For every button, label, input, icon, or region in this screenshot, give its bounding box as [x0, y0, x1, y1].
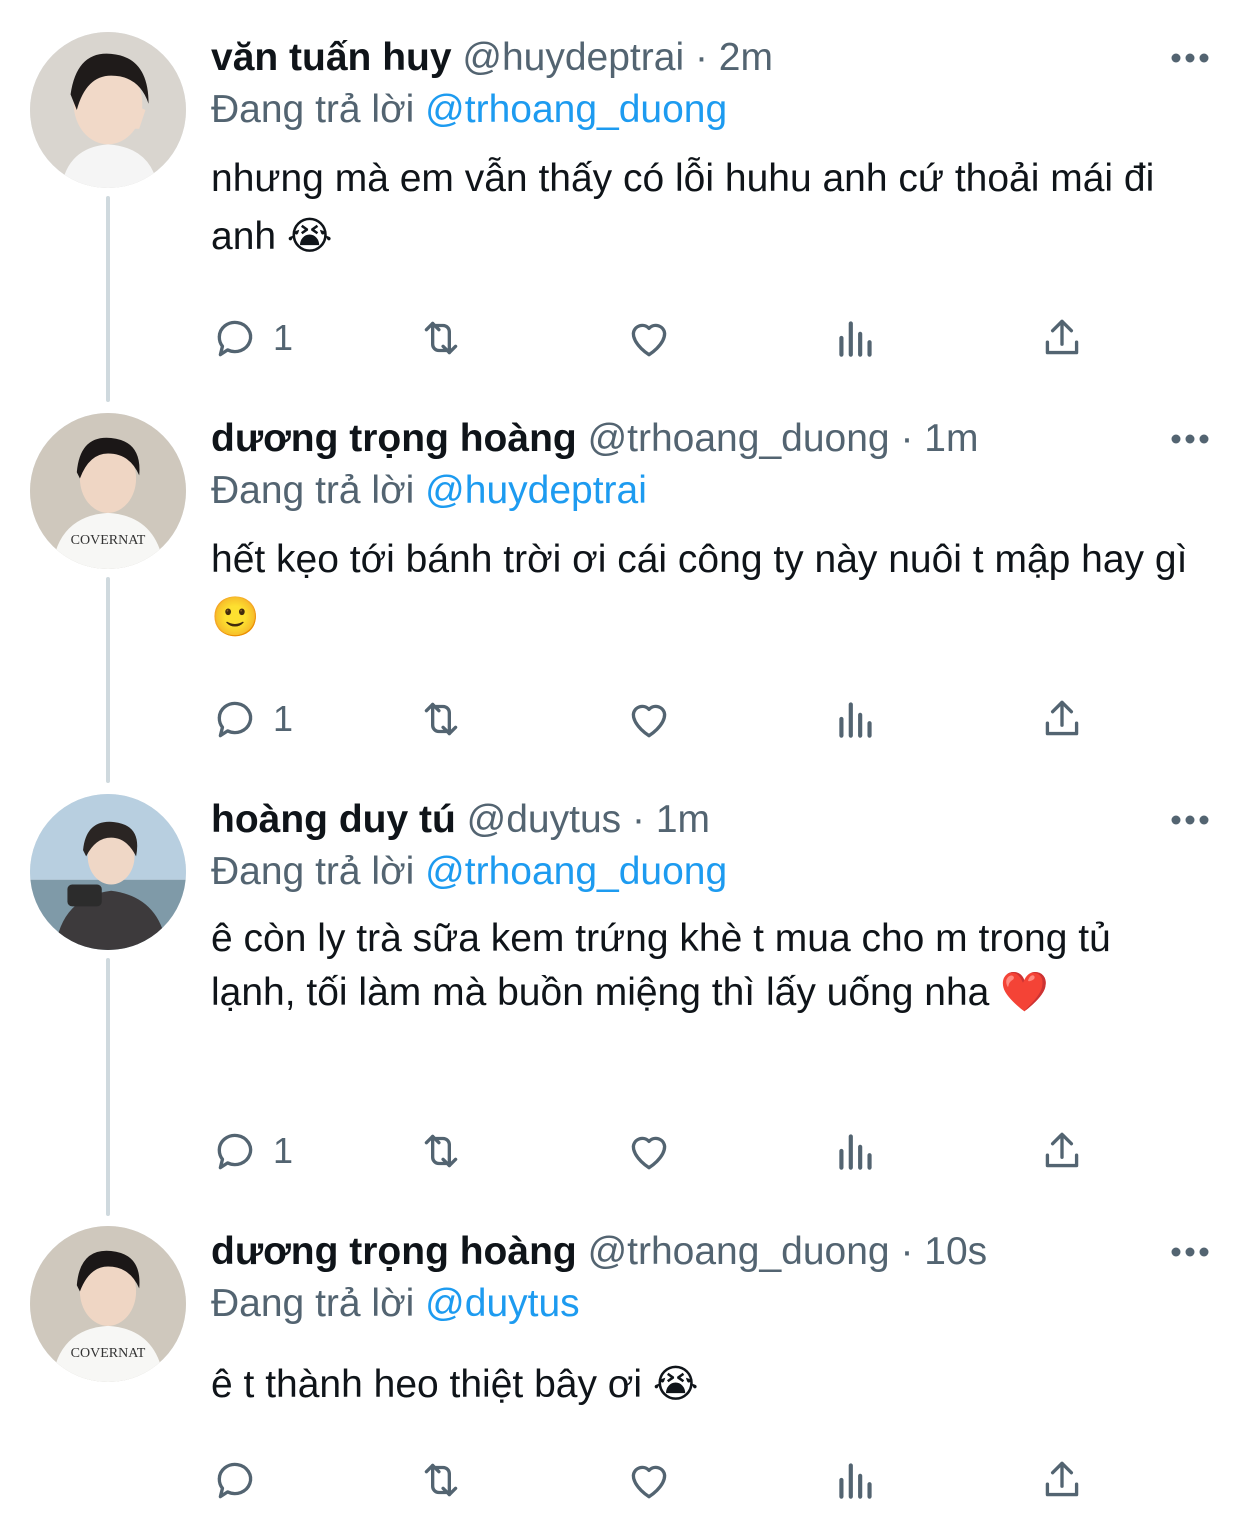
tweet-text: hết kẹo tới bánh trời ơi cái công ty này… [211, 538, 1199, 639]
separator-dot: · [694, 36, 708, 79]
avatar-image [30, 794, 186, 950]
reply-count: 1 [273, 317, 294, 358]
reply-icon [217, 1462, 253, 1499]
avatar-image [30, 32, 186, 188]
separator-dot: · [900, 1230, 914, 1273]
retweet-button[interactable] [416, 308, 466, 368]
reply-count: 1 [273, 1130, 294, 1171]
avatar[interactable]: COVERNAT [30, 413, 186, 569]
more-options-icon[interactable] [1170, 1246, 1210, 1258]
more-options-icon[interactable] [1170, 814, 1210, 826]
user-handle[interactable]: @trhoang_duong [588, 417, 890, 460]
tweet-actions: 1 [211, 308, 1111, 368]
share-button[interactable] [1037, 689, 1087, 749]
avatar[interactable] [30, 794, 186, 950]
views-button[interactable] [831, 1450, 881, 1510]
analytics-icon [839, 321, 872, 357]
share-button[interactable] [1037, 1121, 1087, 1181]
replying-mention[interactable]: @duytus [425, 1282, 580, 1325]
share-icon [1045, 700, 1079, 736]
svg-text:COVERNAT: COVERNAT [71, 1345, 146, 1361]
display-name[interactable]: văn tuấn huy [211, 36, 452, 79]
reply-button[interactable] [211, 1450, 273, 1510]
replying-to: Đang trả lời @trhoang_duong [211, 84, 1202, 136]
display-name[interactable]: dương trọng hoàng [211, 1230, 577, 1273]
replying-label: Đang trả lời [211, 850, 415, 893]
replying-to: Đang trả lời @duytus [211, 1278, 1202, 1330]
display-name[interactable]: dương trọng hoàng [211, 417, 577, 460]
timestamp[interactable]: 2m [719, 36, 773, 79]
timestamp[interactable]: 1m [656, 798, 710, 841]
replying-label: Đang trả lời [211, 469, 415, 512]
tweet-actions [211, 1450, 1111, 1510]
replying-mention[interactable]: @trhoang_duong [425, 850, 727, 893]
tweet-text: nhưng mà em vẫn thấy có lỗi huhu anh cứ … [211, 157, 1166, 258]
retweet-button[interactable] [416, 1450, 466, 1510]
views-button[interactable] [831, 308, 881, 368]
retweet-icon [424, 1463, 458, 1497]
avatar-image: COVERNAT [30, 413, 186, 569]
views-button[interactable] [831, 1121, 881, 1181]
retweet-button[interactable] [416, 689, 466, 749]
reply-icon [217, 701, 253, 738]
tweet[interactable]: hoàng duy tú @duytus · 1m Đang trả lời @… [0, 794, 1242, 1194]
heart-icon [631, 704, 667, 738]
tweet-actions: 1 [211, 689, 1111, 749]
replying-to: Đang trả lời @huydeptrai [211, 465, 1202, 517]
replying-mention[interactable]: @huydeptrai [425, 469, 647, 512]
avatar[interactable]: COVERNAT [30, 1226, 186, 1382]
retweet-icon [424, 702, 458, 736]
tweet[interactable]: COVERNAT dương trọng hoàng @trhoang_duon… [0, 413, 1242, 753]
retweet-button[interactable] [416, 1121, 466, 1181]
avatar[interactable] [30, 32, 186, 188]
share-icon [1045, 1132, 1079, 1168]
heart-icon [631, 323, 667, 357]
reply-button[interactable]: 1 [211, 1121, 293, 1181]
more-options-icon[interactable] [1170, 433, 1210, 445]
analytics-icon [839, 702, 872, 738]
timestamp[interactable]: 10s [924, 1230, 987, 1273]
tweet-text: ê còn ly trà sữa kem trứng khè t mua cho… [211, 917, 1122, 1014]
avatar-image: COVERNAT [30, 1226, 186, 1382]
separator-dot: · [900, 417, 914, 460]
user-handle[interactable]: @huydeptrai [462, 36, 684, 79]
reply-count: 1 [273, 698, 294, 739]
reply-button[interactable]: 1 [211, 689, 293, 749]
share-button[interactable] [1037, 1450, 1087, 1510]
user-handle[interactable]: @duytus [467, 798, 622, 841]
timestamp[interactable]: 1m [924, 417, 978, 460]
like-button[interactable] [624, 689, 674, 749]
replying-to: Đang trả lời @trhoang_duong [211, 846, 1202, 898]
display-name[interactable]: hoàng duy tú [211, 798, 456, 841]
more-options-icon[interactable] [1170, 52, 1210, 64]
tweet[interactable]: văn tuấn huy @huydeptrai · 2m Đang trả l… [0, 32, 1242, 372]
reply-icon [217, 320, 253, 357]
share-icon [1045, 1461, 1079, 1497]
views-button[interactable] [831, 689, 881, 749]
replying-label: Đang trả lời [211, 1282, 415, 1325]
tweet[interactable]: COVERNAT dương trọng hoàng @trhoang_duon… [0, 1226, 1242, 1526]
share-icon [1045, 319, 1079, 355]
retweet-icon [424, 1134, 458, 1168]
heart-icon [631, 1136, 667, 1170]
tweet-text: ê t thành heo thiệt bây ơi 😭 [211, 1363, 699, 1406]
analytics-icon [839, 1134, 872, 1170]
user-handle[interactable]: @trhoang_duong [588, 1230, 890, 1273]
replying-label: Đang trả lời [211, 88, 415, 131]
reply-button[interactable]: 1 [211, 308, 293, 368]
share-button[interactable] [1037, 308, 1087, 368]
tweet-actions: 1 [211, 1121, 1111, 1181]
svg-text:COVERNAT: COVERNAT [71, 532, 146, 548]
retweet-icon [424, 321, 458, 355]
like-button[interactable] [624, 308, 674, 368]
like-button[interactable] [624, 1450, 674, 1510]
reply-icon [217, 1133, 253, 1170]
replying-mention[interactable]: @trhoang_duong [425, 88, 727, 131]
separator-dot: · [632, 798, 645, 841]
like-button[interactable] [624, 1121, 674, 1181]
analytics-icon [839, 1463, 872, 1499]
heart-icon [631, 1465, 667, 1499]
